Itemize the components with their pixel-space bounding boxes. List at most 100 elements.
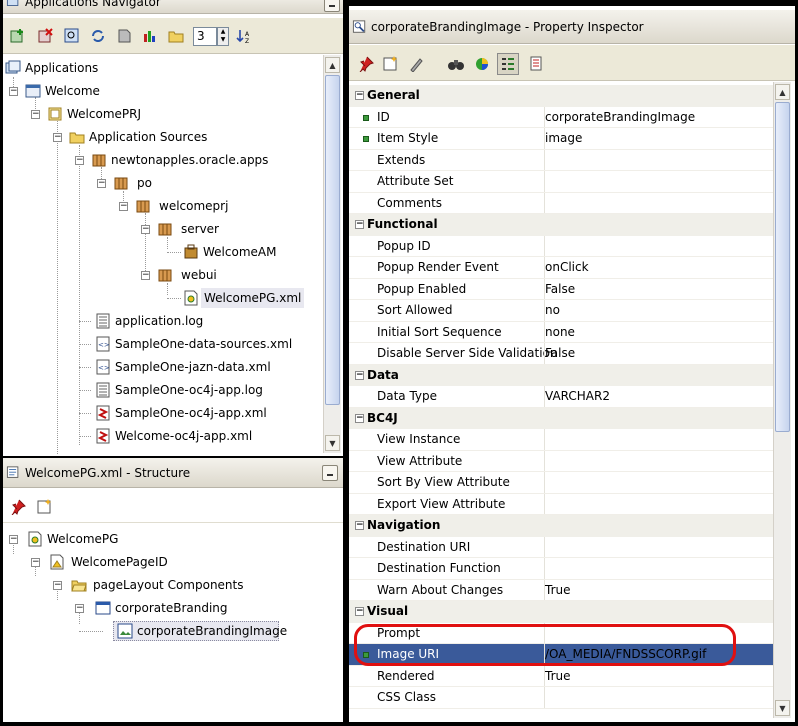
property-category-navigation[interactable]: − Navigation xyxy=(349,515,773,537)
property-value[interactable]: False xyxy=(545,343,575,364)
collapse-icon[interactable]: − xyxy=(141,225,150,234)
property-value[interactable]: image xyxy=(545,128,582,149)
property-row[interactable]: Popup Render Event onClick xyxy=(349,257,773,279)
property-row[interactable]: Disable Server Side Validation False xyxy=(349,343,773,365)
property-value-cell[interactable] xyxy=(544,558,545,579)
pushpin-icon[interactable] xyxy=(9,498,27,516)
property-row[interactable]: Popup ID xyxy=(349,235,773,257)
property-value-cell[interactable] xyxy=(544,450,545,471)
property-row[interactable]: CSS Class xyxy=(349,687,773,709)
property-category-data[interactable]: − Data xyxy=(349,364,773,386)
property-value-cell[interactable] xyxy=(544,622,545,643)
property-value-cell[interactable] xyxy=(544,472,545,493)
property-row[interactable]: Sort Allowed no xyxy=(349,300,773,322)
navigator-scrollbar[interactable]: ▲ ▼ xyxy=(323,55,341,453)
chart-icon[interactable] xyxy=(141,27,159,45)
pushpin-icon[interactable] xyxy=(357,55,375,73)
property-row[interactable]: Warn About Changes True xyxy=(349,579,773,601)
property-category-general[interactable]: − General xyxy=(349,85,773,107)
collapse-icon[interactable]: − xyxy=(31,110,40,119)
find-icon[interactable] xyxy=(63,27,81,45)
binoculars-icon[interactable] xyxy=(447,55,465,73)
property-row[interactable]: Sort By View Attribute xyxy=(349,472,773,494)
property-row[interactable]: Comments xyxy=(349,192,773,214)
property-value-cell[interactable] xyxy=(544,235,545,256)
property-value-cell[interactable] xyxy=(544,536,545,557)
property-row[interactable]: ID corporateBrandingImage xyxy=(349,106,773,128)
collapse-icon[interactable]: − xyxy=(9,535,18,544)
property-value-cell[interactable] xyxy=(544,493,545,514)
collapse-icon[interactable]: − xyxy=(355,91,364,100)
property-category-functional[interactable]: − Functional xyxy=(349,214,773,236)
property-value[interactable]: True xyxy=(545,580,571,601)
freeze-view-icon[interactable] xyxy=(35,497,53,515)
structure-minimize-button[interactable] xyxy=(322,465,338,481)
add-icon[interactable] xyxy=(9,27,27,45)
collapse-icon[interactable]: − xyxy=(119,202,128,211)
property-row[interactable]: Item Style image xyxy=(349,128,773,150)
property-row[interactable]: View Attribute xyxy=(349,450,773,472)
level-spinner-buttons[interactable]: ▲ ▼ xyxy=(217,27,229,46)
category-label: Data xyxy=(367,367,399,382)
property-value-cell[interactable] xyxy=(544,149,545,170)
property-value-cell[interactable] xyxy=(544,171,545,192)
scroll-up-arrow[interactable]: ▲ xyxy=(325,57,340,73)
property-row[interactable]: Extends xyxy=(349,149,773,171)
property-value-cell[interactable] xyxy=(544,687,545,708)
property-value[interactable]: no xyxy=(545,300,560,321)
property-category-bc4j[interactable]: − BC4J xyxy=(349,407,773,429)
sort-icon[interactable]: AZ xyxy=(235,27,253,45)
property-value[interactable]: /OA_MEDIA/FNDSSCORP.gif xyxy=(545,644,706,665)
collapse-icon[interactable]: − xyxy=(53,133,62,142)
property-value[interactable]: corporateBrandingImage xyxy=(545,107,695,128)
navigator-minimize-button[interactable] xyxy=(324,0,340,12)
collapse-icon[interactable]: − xyxy=(355,370,364,380)
property-row[interactable]: Data Type VARCHAR2 xyxy=(349,386,773,408)
property-value-cell[interactable] xyxy=(544,192,545,213)
scroll-thumb[interactable] xyxy=(775,102,790,432)
refresh-icon[interactable] xyxy=(89,27,107,45)
inspector-scrollbar[interactable]: ▲ ▼ xyxy=(773,82,791,718)
freeze-view-icon[interactable] xyxy=(381,54,399,72)
property-value-cell[interactable] xyxy=(544,429,545,450)
collapse-icon[interactable]: − xyxy=(53,581,62,590)
property-row[interactable]: Destination Function xyxy=(349,558,773,580)
scroll-down-arrow[interactable]: ▼ xyxy=(775,700,790,716)
collapse-icon[interactable]: − xyxy=(75,156,84,165)
collapse-icon[interactable]: − xyxy=(9,87,18,96)
property-row[interactable]: Popup Enabled False xyxy=(349,278,773,300)
property-value[interactable]: True xyxy=(545,666,571,687)
collapse-icon[interactable]: − xyxy=(141,271,150,280)
property-row[interactable]: Attribute Set xyxy=(349,171,773,193)
collapse-icon[interactable]: − xyxy=(97,179,106,188)
color-wheel-icon[interactable] xyxy=(473,55,491,73)
categorized-view-icon[interactable] xyxy=(497,53,519,75)
collapse-icon[interactable]: − xyxy=(355,607,364,616)
property-row[interactable]: Destination URI xyxy=(349,536,773,558)
collapse-icon[interactable]: − xyxy=(355,413,364,423)
scroll-thumb[interactable] xyxy=(325,75,340,405)
property-row[interactable]: Image URI/OA_MEDIA/FNDSSCORP.gif xyxy=(349,644,773,666)
property-category-visual[interactable]: − Visual xyxy=(349,601,773,623)
property-value[interactable]: False xyxy=(545,279,575,300)
properties-icon[interactable] xyxy=(115,27,133,45)
collapse-icon[interactable]: − xyxy=(75,604,84,613)
property-row[interactable]: View Instance xyxy=(349,429,773,451)
collapse-icon[interactable]: − xyxy=(355,521,364,530)
scroll-up-arrow[interactable]: ▲ xyxy=(775,84,790,100)
property-value[interactable]: VARCHAR2 xyxy=(545,386,610,407)
folder-icon[interactable] xyxy=(167,27,185,45)
collapse-icon[interactable]: − xyxy=(355,220,364,229)
property-row[interactable]: Prompt xyxy=(349,622,773,644)
property-row[interactable]: Initial Sort Sequence none xyxy=(349,321,773,343)
level-spinner-input[interactable]: 3 xyxy=(193,27,217,46)
property-value[interactable]: none xyxy=(545,322,575,343)
list-view-icon[interactable] xyxy=(527,55,545,73)
remove-icon[interactable] xyxy=(37,27,55,45)
property-row[interactable]: Rendered True xyxy=(349,665,773,687)
collapse-icon[interactable]: − xyxy=(31,558,40,567)
scroll-down-arrow[interactable]: ▼ xyxy=(325,435,340,451)
property-row[interactable]: Export View Attribute xyxy=(349,493,773,515)
property-value[interactable]: onClick xyxy=(545,257,589,278)
edit-pen-icon[interactable] xyxy=(407,55,425,73)
